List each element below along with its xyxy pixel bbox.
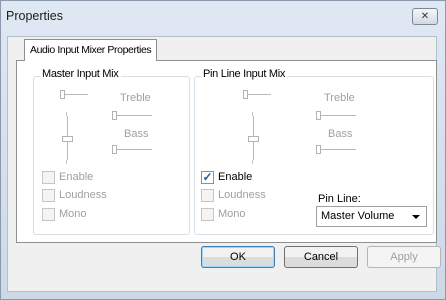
pin-line-label: Pin Line: bbox=[318, 193, 361, 205]
pin-treble-thumb[interactable] bbox=[316, 111, 321, 120]
master-treble-label: Treble bbox=[120, 92, 151, 104]
cancel-button[interactable]: Cancel bbox=[284, 246, 358, 268]
master-volume-tick-top bbox=[66, 112, 67, 116]
close-icon[interactable]: ✕ bbox=[412, 8, 438, 25]
master-enable-checkbox[interactable] bbox=[42, 171, 55, 184]
pin-treble-slider[interactable] bbox=[316, 115, 356, 116]
pin-volume-tick-bottom bbox=[252, 160, 253, 164]
pin-bass-slider[interactable] bbox=[316, 149, 356, 150]
master-mono-label: Mono bbox=[59, 208, 87, 220]
pin-loudness-label: Loudness bbox=[218, 189, 266, 201]
master-treble-slider[interactable] bbox=[112, 115, 152, 116]
pin-bass-label: Bass bbox=[328, 128, 353, 140]
master-bass-slider[interactable] bbox=[112, 149, 152, 150]
master-treble-thumb[interactable] bbox=[112, 111, 117, 120]
master-enable-label: Enable bbox=[59, 171, 94, 183]
master-mono-checkbox[interactable] bbox=[42, 208, 55, 221]
master-input-mix-group bbox=[33, 76, 190, 235]
master-balance-thumb[interactable] bbox=[60, 90, 65, 99]
ok-button[interactable]: OK bbox=[201, 246, 275, 268]
pin-mono-label: Mono bbox=[218, 208, 246, 220]
pin-volume-tick-top bbox=[252, 112, 253, 116]
pin-mono-checkbox[interactable] bbox=[201, 208, 214, 221]
master-bass-label: Bass bbox=[124, 128, 149, 140]
pin-line-select-value: Master Volume bbox=[321, 210, 395, 222]
pin-balance-thumb[interactable] bbox=[243, 90, 248, 99]
master-volume-tick-bottom bbox=[66, 160, 67, 164]
master-loudness-checkbox[interactable] bbox=[42, 189, 55, 202]
pin-volume-thumb[interactable] bbox=[248, 136, 259, 142]
title-bar[interactable]: Properties ✕ bbox=[0, 0, 444, 36]
pin-line-input-mix-label: Pin Line Input Mix bbox=[201, 68, 288, 80]
pin-bass-thumb[interactable] bbox=[316, 145, 321, 154]
master-input-mix-label: Master Input Mix bbox=[40, 68, 121, 80]
pin-line-select[interactable]: Master Volume bbox=[316, 206, 427, 227]
master-volume-thumb[interactable] bbox=[62, 136, 73, 142]
chevron-down-icon[interactable] bbox=[412, 215, 420, 219]
apply-button[interactable]: Apply bbox=[367, 246, 441, 268]
pin-enable-checkbox[interactable]: ✓ bbox=[201, 171, 214, 184]
window-title: Properties bbox=[6, 9, 63, 23]
pin-loudness-checkbox[interactable] bbox=[201, 189, 214, 202]
master-bass-thumb[interactable] bbox=[112, 145, 117, 154]
pin-enable-label: Enable bbox=[218, 171, 253, 183]
tab-audio-input-mixer-properties[interactable]: Audio Input Mixer Properties bbox=[24, 39, 158, 61]
master-loudness-label: Loudness bbox=[59, 189, 107, 201]
pin-treble-label: Treble bbox=[324, 92, 355, 104]
